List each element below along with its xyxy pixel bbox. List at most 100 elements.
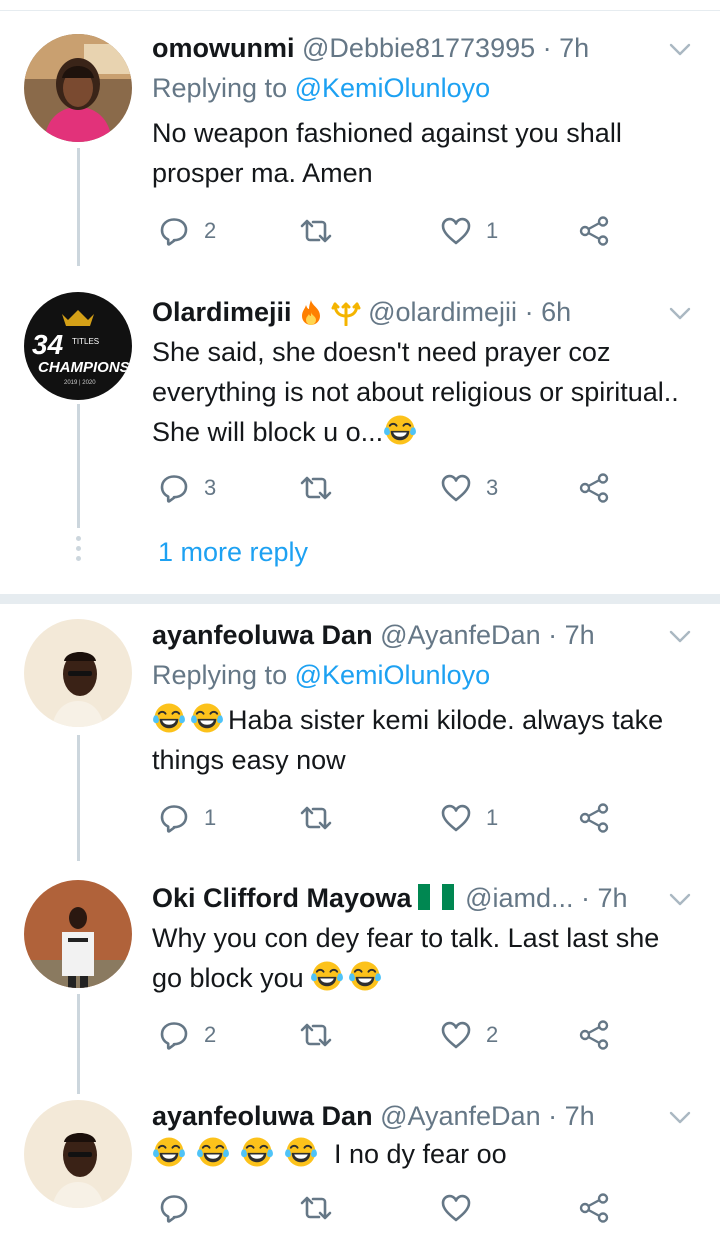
chevron-down-icon[interactable]	[666, 1104, 694, 1132]
tweet[interactable]: 34 TITLES CHAMPIONS 2019 | 2020 Olardime…	[0, 292, 720, 522]
avatar[interactable]	[24, 34, 132, 142]
tweet[interactable]: ayanfeoluwa Dan @AyanfeDan · 7h Replying…	[0, 615, 720, 861]
mention-link[interactable]: @KemiOlunloyo	[295, 660, 491, 690]
retweet-button[interactable]	[298, 1015, 348, 1055]
chevron-down-icon[interactable]	[666, 886, 694, 914]
share-icon	[578, 802, 610, 834]
like-icon	[440, 472, 472, 504]
separator-dot: ·	[581, 883, 591, 913]
share-icon	[578, 472, 610, 504]
share-button[interactable]	[578, 1015, 610, 1055]
user-handle[interactable]: @olardimejii	[368, 297, 517, 327]
laughing-emoji-icon	[190, 701, 224, 735]
like-button[interactable]: 2	[440, 1015, 498, 1055]
tweet-text: She said, she doesn't need prayer coz ev…	[152, 332, 692, 452]
user-handle[interactable]: @AyanfeDan	[380, 1101, 541, 1131]
action-bar: 3 3	[152, 468, 632, 508]
timestamp[interactable]: 6h	[541, 297, 571, 327]
avatar[interactable]	[24, 880, 132, 988]
retweet-button[interactable]	[298, 211, 348, 251]
like-icon	[440, 215, 472, 247]
timestamp[interactable]: 7h	[565, 620, 595, 650]
tweet-text: No weapon fashioned against you shall pr…	[152, 118, 622, 188]
timestamp[interactable]: 7h	[559, 33, 589, 63]
timestamp[interactable]: 7h	[565, 1101, 595, 1131]
retweet-icon	[298, 1192, 334, 1224]
like-button[interactable]: 1	[440, 798, 498, 838]
laughing-emoji-icon	[240, 1135, 274, 1169]
tweet[interactable]: Oki Clifford Mayowa @iamd... · 7h Why yo…	[0, 878, 720, 1094]
chevron-down-icon[interactable]	[666, 36, 694, 64]
tweet-text-content: I no dy fear oo	[334, 1139, 507, 1169]
avatar[interactable]	[24, 1100, 132, 1208]
reply-button[interactable]: 2	[158, 211, 216, 251]
laughing-emoji-icon	[348, 959, 382, 993]
reply-count: 2	[204, 218, 217, 243]
retweet-button[interactable]	[298, 468, 348, 508]
thread-line	[77, 735, 80, 861]
like-button[interactable]: 3	[440, 468, 498, 508]
laughing-emoji-icon	[152, 701, 186, 735]
avatar-text-small: TITLES	[72, 337, 99, 346]
like-button[interactable]: 1	[440, 211, 498, 251]
reply-icon	[158, 1192, 190, 1224]
share-button[interactable]	[578, 1188, 610, 1228]
replying-label: Replying to	[152, 660, 288, 690]
avatar[interactable]	[24, 619, 132, 727]
mention-link[interactable]: @KemiOlunloyo	[295, 73, 491, 103]
reply-icon	[158, 472, 190, 504]
reply-icon	[158, 1019, 190, 1051]
tweet[interactable]: omowunmi @Debbie81773995 · 7h Replying t…	[0, 28, 720, 266]
reply-button[interactable]: 2	[158, 1015, 216, 1055]
laughing-emoji-icon	[152, 1135, 186, 1169]
laughing-emoji-icon	[310, 959, 344, 993]
share-icon	[578, 1019, 610, 1051]
tweet-text-content: Why you con dey fear to talk. Last last …	[152, 923, 660, 993]
chevron-down-icon[interactable]	[666, 623, 694, 651]
fire-emoji-icon	[302, 300, 321, 325]
thread-ellipsis	[76, 536, 81, 566]
user-handle[interactable]: @iamd...	[465, 883, 573, 913]
display-name[interactable]: Olardimejii	[152, 297, 292, 327]
replying-to: Replying to @KemiOlunloyo	[152, 68, 490, 108]
more-replies-link[interactable]: 1 more reply	[158, 535, 308, 569]
tweet-header: omowunmi @Debbie81773995 · 7h	[152, 28, 650, 68]
display-name[interactable]: Oki Clifford Mayowa	[152, 883, 412, 913]
reply-count: 2	[204, 1022, 217, 1047]
tweet-text: Why you con dey fear to talk. Last last …	[152, 918, 692, 998]
share-button[interactable]	[578, 211, 610, 251]
tweet[interactable]: ayanfeoluwa Dan @AyanfeDan · 7h I no dy …	[0, 1096, 720, 1240]
tweet-text: I no dy fear oo	[152, 1134, 692, 1174]
share-button[interactable]	[578, 798, 610, 838]
separator-dot: ·	[524, 297, 534, 327]
top-divider	[0, 10, 720, 11]
thread-line	[77, 404, 80, 528]
retweet-icon	[298, 472, 334, 504]
retweet-icon	[298, 1019, 334, 1051]
user-handle[interactable]: @AyanfeDan	[380, 620, 541, 650]
tweet-header: Olardimejii @olardimejii · 6h	[152, 292, 650, 332]
chevron-down-icon[interactable]	[666, 300, 694, 328]
avatar[interactable]: 34 TITLES CHAMPIONS 2019 | 2020	[24, 292, 132, 400]
laughing-emoji-icon	[284, 1135, 318, 1169]
like-icon	[440, 1192, 472, 1224]
nigeria-flag-icon	[417, 881, 454, 910]
reply-button[interactable]	[158, 1188, 204, 1228]
like-icon	[440, 802, 472, 834]
display-name[interactable]: omowunmi	[152, 33, 295, 63]
reply-button[interactable]: 3	[158, 468, 216, 508]
like-count: 2	[486, 1022, 499, 1047]
tweet-header: ayanfeoluwa Dan @AyanfeDan · 7h	[152, 1096, 650, 1136]
user-handle[interactable]: @Debbie81773995	[302, 33, 535, 63]
retweet-button[interactable]	[298, 798, 348, 838]
trident-emoji-icon	[331, 302, 361, 326]
display-name[interactable]: ayanfeoluwa Dan	[152, 1101, 373, 1131]
tweet-header: ayanfeoluwa Dan @AyanfeDan · 7h	[152, 615, 650, 655]
display-name[interactable]: ayanfeoluwa Dan	[152, 620, 373, 650]
timestamp[interactable]: 7h	[598, 883, 628, 913]
tweet-header: Oki Clifford Mayowa @iamd... · 7h	[152, 878, 650, 918]
reply-button[interactable]: 1	[158, 798, 216, 838]
like-button[interactable]	[440, 1188, 486, 1228]
retweet-button[interactable]	[298, 1188, 348, 1228]
share-button[interactable]	[578, 468, 610, 508]
